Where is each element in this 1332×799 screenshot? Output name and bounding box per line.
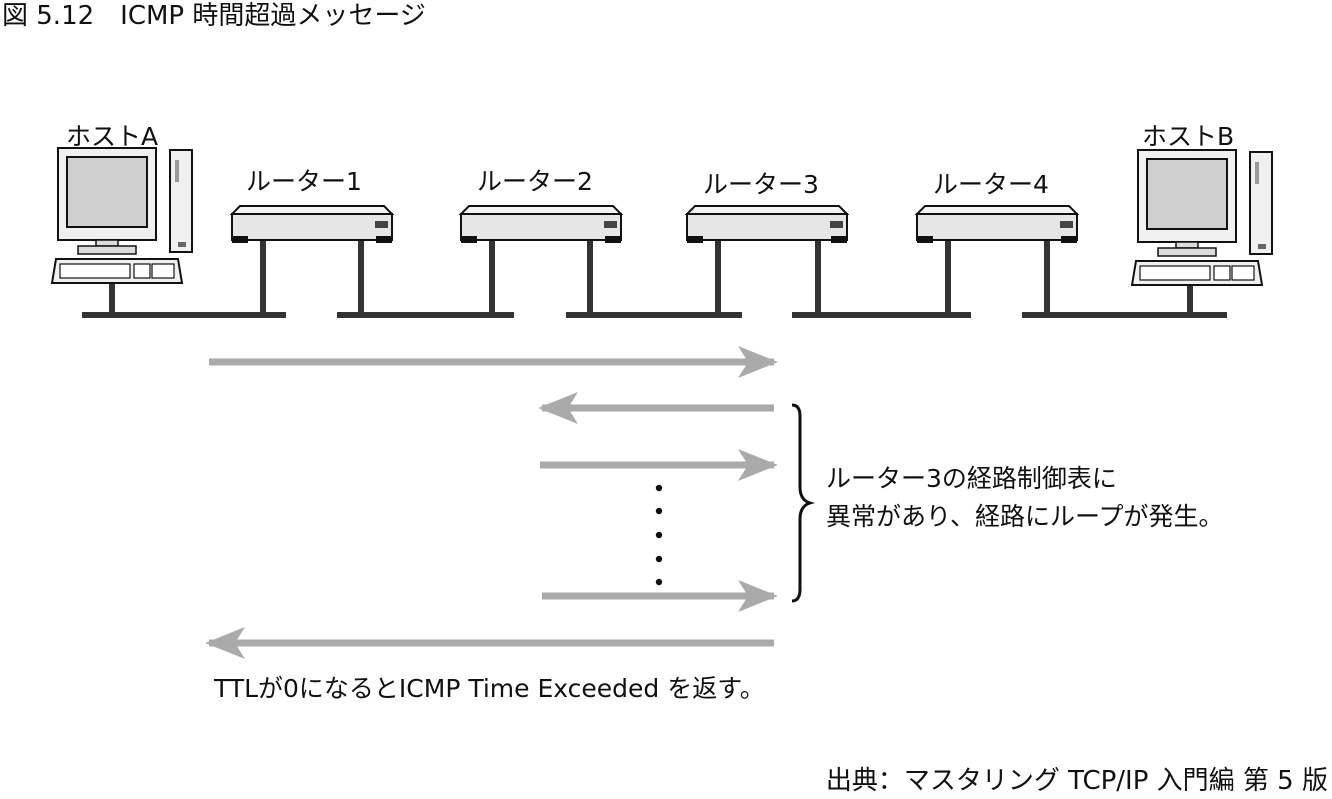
figure-title: 図 5.12 ICMP 時間超過メッセージ bbox=[2, 1, 426, 31]
router-3 bbox=[686, 205, 848, 244]
router-2-label: ルーター2 bbox=[477, 167, 593, 196]
router-3-label: ルーター3 bbox=[703, 170, 819, 199]
loop-annotation-line-2: 異常があり、経路にループが発生。 bbox=[826, 502, 1224, 531]
host-b-label: ホストB bbox=[1142, 122, 1235, 151]
router-1 bbox=[231, 205, 393, 244]
host-b bbox=[1131, 149, 1273, 286]
packet-arrows bbox=[205, 346, 778, 659]
loop-annotation: ルーター3の経路制御表に 異常があり、経路にループが発生。 bbox=[826, 460, 1224, 536]
host-a-label: ホストA bbox=[66, 122, 159, 151]
source-credit: 出典：マスタリング TCP/IP 入門編 第 5 版 bbox=[825, 766, 1328, 796]
router-4-label: ルーター4 bbox=[933, 170, 1049, 199]
router-1-label: ルーター1 bbox=[246, 167, 362, 196]
ttl-annotation: TTLが0になるとICMP Time Exceeded を返す。 bbox=[214, 674, 765, 703]
loop-annotation-line-1: ルーター3の経路制御表に bbox=[826, 464, 1117, 493]
loop-brace bbox=[791, 403, 816, 603]
router-4 bbox=[916, 205, 1078, 244]
router-links bbox=[109, 241, 1193, 315]
ellipsis-dots bbox=[655, 484, 663, 586]
router-2 bbox=[460, 205, 622, 244]
host-a bbox=[51, 147, 193, 284]
